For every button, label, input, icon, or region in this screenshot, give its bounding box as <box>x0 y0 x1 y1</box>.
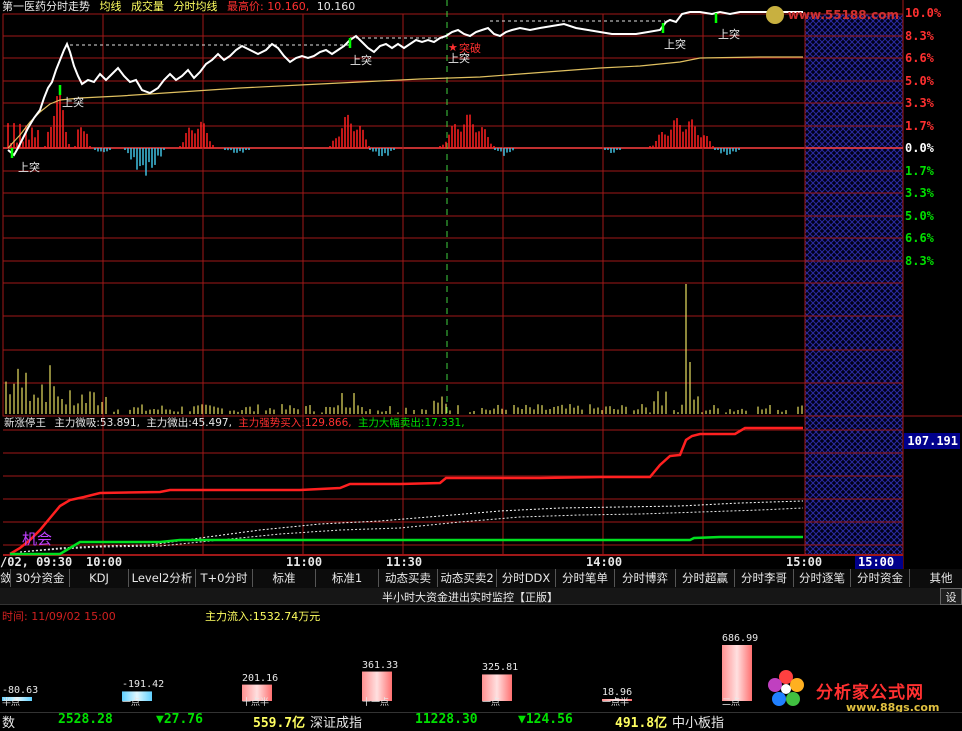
sh-index-change: ▼27.76 <box>156 712 203 727</box>
indicator-name[interactable]: 新涨停王 <box>4 417 46 429</box>
tab-item[interactable]: 分时李哥 <box>735 569 794 587</box>
indicator-header: 新涨停王 主力微吸:53.891, 主力微出:45.497, 主力强势买入:12… <box>4 417 465 429</box>
monitor-title: 半小时大资金进出实时监控【正版】 <box>382 591 558 604</box>
signal-label: 上突 <box>350 54 372 67</box>
volume-bars <box>5 284 803 414</box>
time-label: 10:00 <box>86 555 123 569</box>
signal-label: 上突 <box>62 96 84 109</box>
tab-item[interactable]: 动态买卖2 <box>438 569 497 587</box>
axis-down-label: 1.7% <box>905 164 934 178</box>
tab-item[interactable]: 其他 <box>910 569 962 587</box>
indicator-field-value: 129.866, <box>304 417 352 429</box>
site-logo: 分析家公式网 www.88gs.com <box>766 668 962 714</box>
strong-buy-line <box>9 426 803 556</box>
fund-flow-period: 十一点 <box>362 698 390 708</box>
sh-index-amount: 559.7亿 <box>253 716 306 731</box>
tab-item[interactable]: 分时博弈 <box>615 569 676 587</box>
tab-item[interactable]: 分时DDX <box>497 569 556 587</box>
future-area <box>805 14 903 554</box>
axis-up-label: 6.6% <box>905 51 934 65</box>
fund-flow-period: 一点半 <box>602 698 630 708</box>
fund-flow-period: 半点 <box>2 698 21 708</box>
axis-up-label: 8.3% <box>905 29 934 43</box>
axis-up-label: 5.0% <box>905 74 934 88</box>
sh-index-value: 2528.28 <box>58 712 113 727</box>
indicator-field-value: 53.891, <box>99 417 140 429</box>
fund-flow-period: 一点 <box>122 698 141 708</box>
watermark-icon <box>766 6 784 24</box>
signal-label: 上突 <box>664 38 686 51</box>
histogram-bars <box>7 91 740 176</box>
sz-index-change: ▼124.56 <box>518 712 573 727</box>
watermark-url: www.55188.com <box>787 8 900 22</box>
indicator-field-value: 45.497, <box>191 417 232 429</box>
cursor-time-label: 15:00 <box>858 555 895 569</box>
fund-flow-value: 325.81 <box>482 662 519 674</box>
axis-down-label: 5.0% <box>905 209 934 223</box>
axis-zero-label: 0.0% <box>905 141 934 155</box>
logo-title: 分析家公式网 <box>816 683 924 703</box>
tab-item[interactable]: 分时超赢 <box>676 569 735 587</box>
indicator-field-label: 主力微出: <box>146 417 192 429</box>
signal-label: 上突 <box>718 28 740 41</box>
flower-logo-icon <box>768 670 804 706</box>
axis-up-label: 3.3% <box>905 96 934 110</box>
fund-flow-bar <box>722 645 752 701</box>
site-watermark: www.55188.com <box>766 6 902 28</box>
tab-item[interactable]: Level2分析 <box>129 569 196 587</box>
indicator-field-label: 主力强势买入: <box>238 417 305 429</box>
signal-label-breakout: 突破 <box>459 42 481 55</box>
tab-item[interactable]: 分时笔单 <box>556 569 615 587</box>
indicator-field-label: 主力微吸: <box>54 417 100 429</box>
tab-item[interactable]: 分时资金 <box>851 569 910 587</box>
sz-index-value: 11228.30 <box>415 712 478 727</box>
tab-item[interactable]: 30分资金 <box>11 569 70 587</box>
indicator-field-value: 17.331, <box>424 417 465 429</box>
axis-down-label: 8.3% <box>905 254 934 268</box>
tab-item[interactable]: KDJ <box>70 569 129 587</box>
fund-flow-value: 201.16 <box>242 672 279 684</box>
time-label: 11:30 <box>386 555 423 569</box>
monitor-settings-button[interactable]: 设 <box>940 588 962 605</box>
indicator-grid <box>3 429 903 546</box>
sz-index-name[interactable]: 深证成指 <box>310 712 362 731</box>
fund-flow-period: 一点 <box>482 698 501 708</box>
tab-item[interactable]: 敛 <box>0 569 11 587</box>
axis-up-label: 1.7% <box>905 119 934 133</box>
sz-index-amount: 491.8亿 <box>615 716 668 731</box>
tab-item[interactable]: 分时逐笔 <box>794 569 851 587</box>
time-grid <box>102 14 806 570</box>
status-bar <box>0 712 962 730</box>
indicator-field-label: 主力大幅卖出: <box>357 417 425 429</box>
time-start-label: /02, 09:30 <box>0 555 73 569</box>
fund-flow-value: -191.42 <box>122 679 165 691</box>
tab-item[interactable]: 标准1 <box>316 569 379 587</box>
monitor-title-bar: 半小时大资金进出实时监控【正版】 设 <box>0 588 962 605</box>
tab-item[interactable]: T+0分时 <box>196 569 253 587</box>
signal-label: 上突 <box>18 161 40 174</box>
opportunity-label: 机会 <box>22 530 53 548</box>
smb-index-name[interactable]: 中小板指 <box>672 712 724 731</box>
time-label: 14:00 <box>586 555 623 569</box>
time-label: 15:00 <box>786 555 823 569</box>
price-grid <box>3 35 903 384</box>
axis-down-label: 6.6% <box>905 231 934 245</box>
tab-item[interactable]: 标准 <box>253 569 316 587</box>
indicator-current-value: 107.191 <box>904 433 960 449</box>
fund-flow-period: 十点半 <box>242 698 270 708</box>
price-chart[interactable]: ★ <box>0 0 962 570</box>
axis-up-label: 10.0% <box>905 6 942 20</box>
axis-down-label: 3.3% <box>905 186 934 200</box>
fund-flow-period: 二点 <box>722 698 741 708</box>
fund-flow-value: 686.99 <box>722 633 759 644</box>
high-reference-lines <box>70 20 665 46</box>
tab-item[interactable]: 动态买卖 <box>379 569 438 587</box>
signal-markers <box>10 13 718 158</box>
fund-flow-value: 361.33 <box>362 659 399 671</box>
time-label: 11:00 <box>286 555 323 569</box>
status-left-label: 数 <box>2 716 16 731</box>
